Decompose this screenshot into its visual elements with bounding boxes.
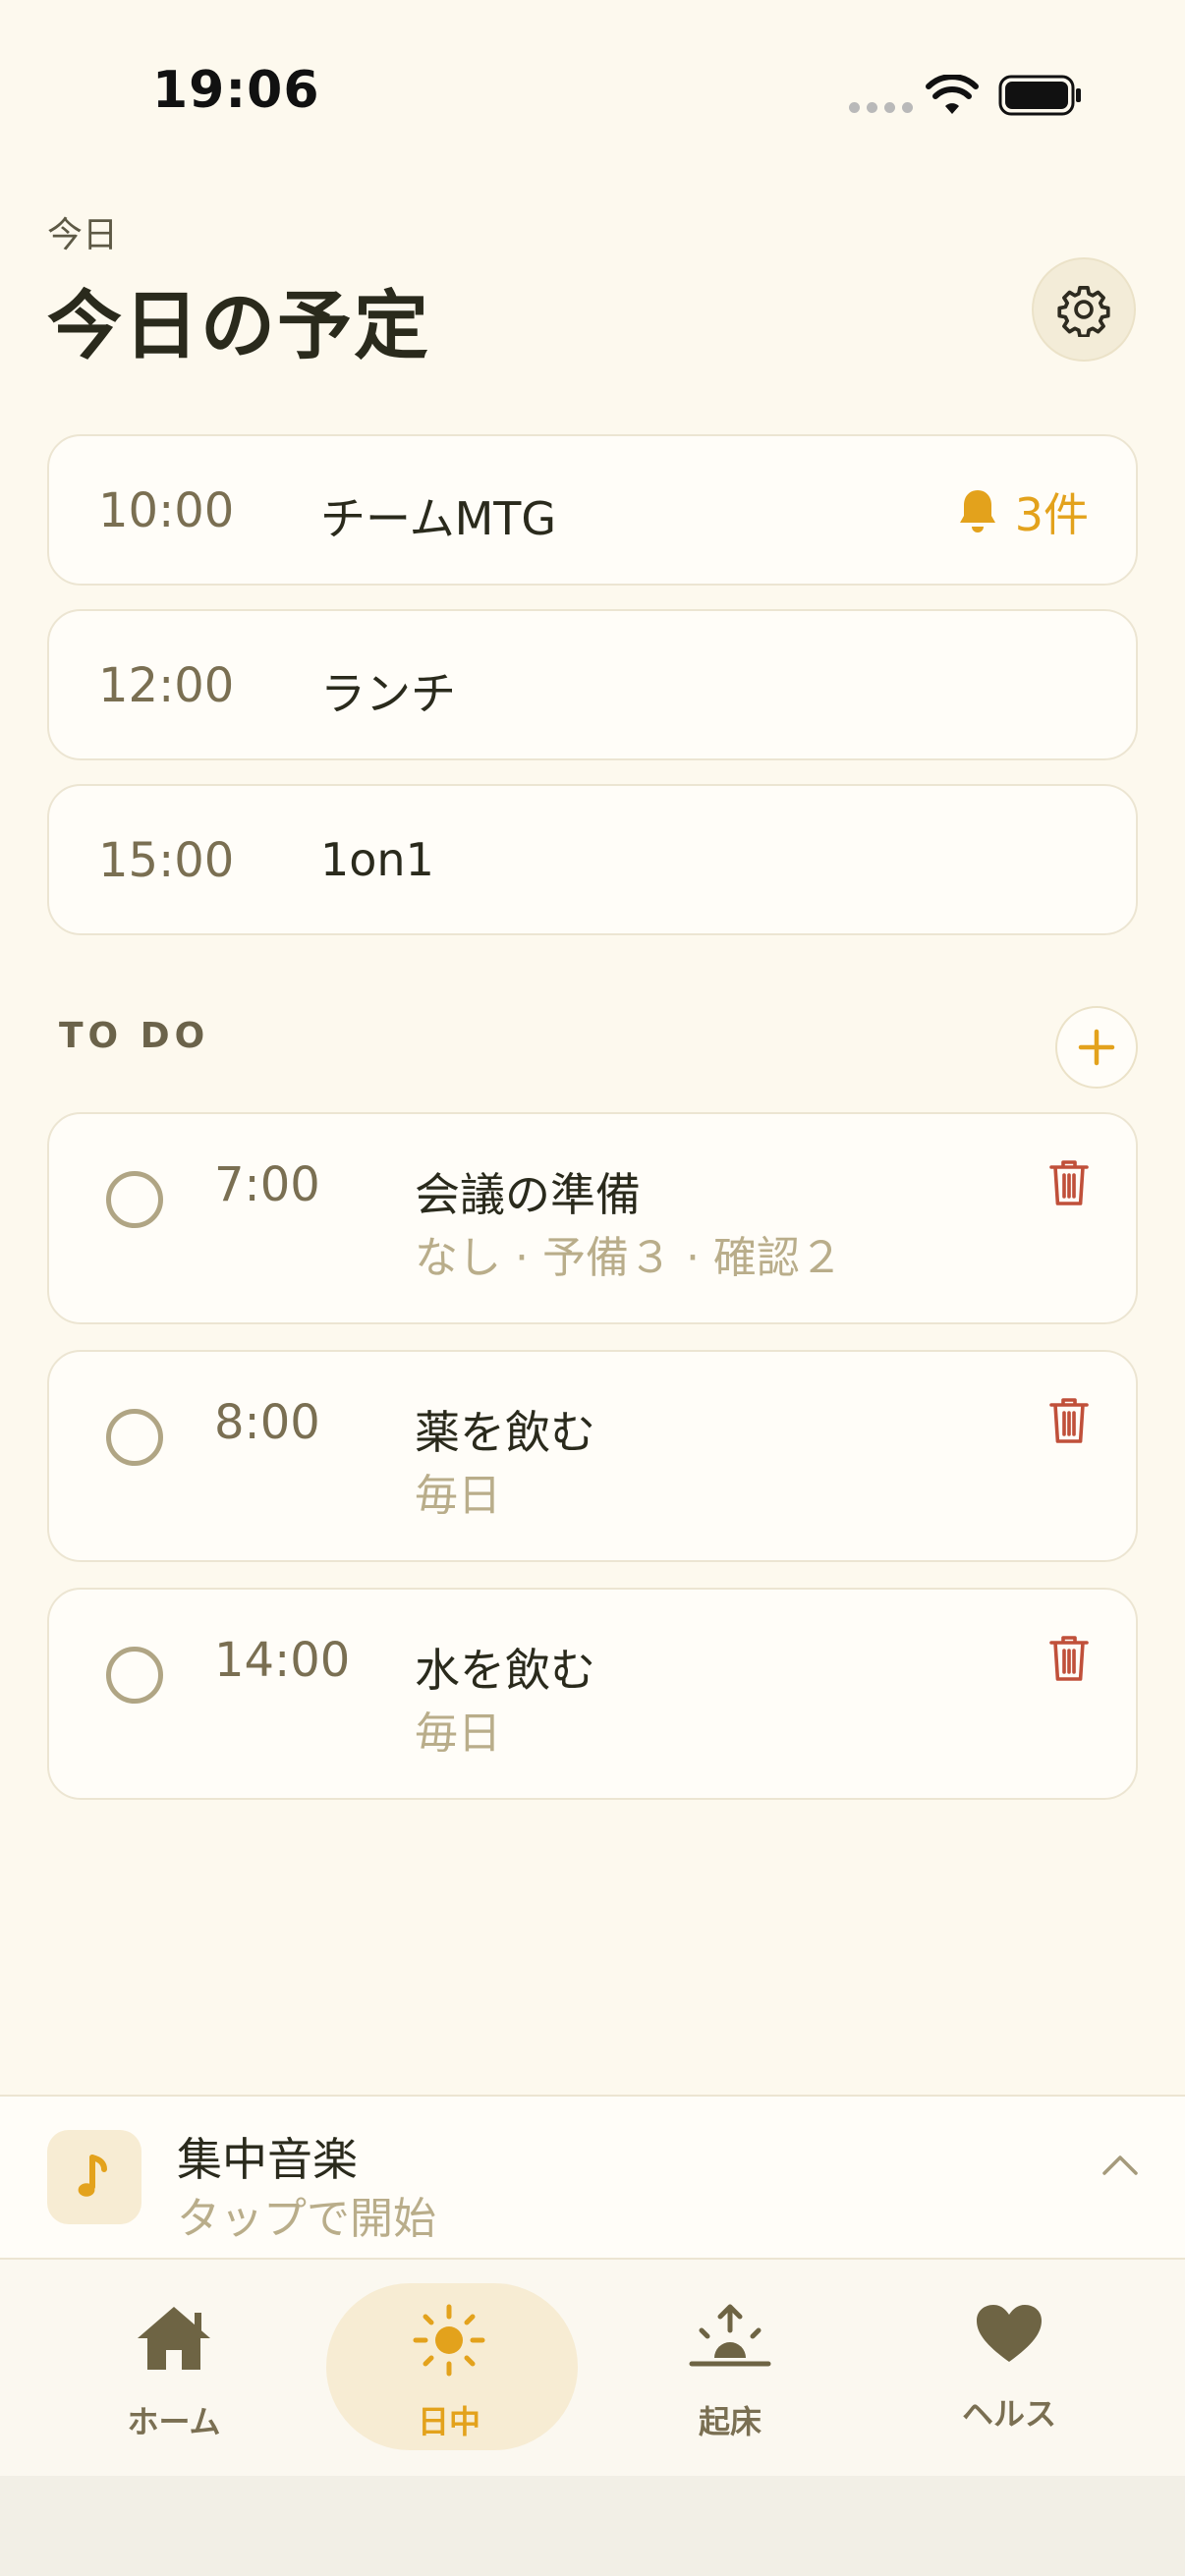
music-note-icon	[47, 2130, 141, 2224]
schedule-title: チームMTG	[320, 492, 557, 545]
schedule-title: ランチ	[320, 667, 456, 720]
music-player-bar[interactable]: 集中音楽 タップで開始	[0, 2095, 1185, 2260]
tab-label: ヘルス	[961, 2395, 1056, 2433]
tab-label: ホーム	[127, 2403, 221, 2440]
add-todo-button[interactable]	[1055, 1006, 1138, 1089]
todo-title: 会議の準備	[415, 1168, 641, 1221]
status-time: 19:06	[152, 61, 320, 120]
home-indicator-area	[0, 2476, 1185, 2576]
tab-wakeup[interactable]: 起床	[607, 2260, 853, 2446]
tab-health[interactable]: ヘルス	[886, 2260, 1132, 2446]
wifi-icon	[926, 75, 979, 114]
trash-icon[interactable]	[1047, 1633, 1091, 1684]
music-title: 集中音楽	[177, 2133, 358, 2186]
todo-title: 薬を飲む	[415, 1406, 595, 1459]
chevron-up-icon[interactable]	[1100, 2152, 1140, 2177]
schedule-time: 15:00	[98, 833, 235, 888]
heart-icon	[977, 2305, 1042, 2362]
schedule-item[interactable]: 12:00 ランチ	[47, 609, 1138, 760]
todo-checkbox[interactable]	[106, 1171, 163, 1228]
schedule-time: 12:00	[98, 658, 235, 713]
todo-item[interactable]: 7:00 会議の準備 なし · 予備３ · 確認２	[47, 1112, 1138, 1324]
todo-subtitle: 毎日	[415, 1471, 501, 1521]
page-title: 今日の予定	[47, 282, 430, 369]
settings-button[interactable]	[1032, 257, 1136, 362]
notification-badge: 3件	[954, 479, 1089, 544]
todo-title: 水を飲む	[415, 1644, 595, 1697]
tab-home[interactable]: ホーム	[51, 2260, 297, 2446]
home-icon	[138, 2307, 210, 2370]
trash-icon[interactable]	[1047, 1395, 1091, 1446]
todo-subtitle: なし · 予備３ · 確認２	[415, 1233, 843, 1283]
sunrise-icon	[689, 2304, 771, 2367]
trash-icon[interactable]	[1047, 1157, 1091, 1208]
tab-bar: ホーム 日中 起床 ヘルス	[0, 2260, 1185, 2476]
music-subtitle: タップで開始	[177, 2194, 436, 2244]
todo-time: 14:00	[214, 1633, 351, 1688]
schedule-item[interactable]: 15:00 1on1	[47, 784, 1138, 935]
todo-subtitle: 毎日	[415, 1708, 501, 1759]
tab-label: 日中	[417, 2403, 480, 2440]
tab-daytime[interactable]: 日中	[326, 2260, 578, 2450]
todo-item[interactable]: 14:00 水を飲む 毎日	[47, 1588, 1138, 1800]
tab-label: 起床	[698, 2403, 762, 2440]
schedule-title: 1on1	[320, 833, 434, 886]
schedule-time: 10:00	[98, 483, 235, 538]
todo-time: 7:00	[214, 1157, 320, 1212]
todo-heading: TO DO	[59, 1016, 210, 1056]
plus-icon	[1078, 1029, 1115, 1066]
sun-icon	[413, 2304, 485, 2377]
page-subtitle: 今日	[47, 215, 119, 255]
bell-icon	[959, 490, 995, 532]
schedule-item[interactable]: 10:00 チームMTG 3件	[47, 434, 1138, 586]
todo-time: 8:00	[214, 1395, 320, 1450]
todo-checkbox[interactable]	[106, 1409, 163, 1466]
notification-count: 3件	[1014, 488, 1089, 541]
signal-icon	[849, 102, 913, 113]
gear-icon	[1057, 285, 1110, 337]
todo-item[interactable]: 8:00 薬を飲む 毎日	[47, 1350, 1138, 1562]
battery-icon	[998, 75, 1081, 116]
todo-checkbox[interactable]	[106, 1647, 163, 1704]
